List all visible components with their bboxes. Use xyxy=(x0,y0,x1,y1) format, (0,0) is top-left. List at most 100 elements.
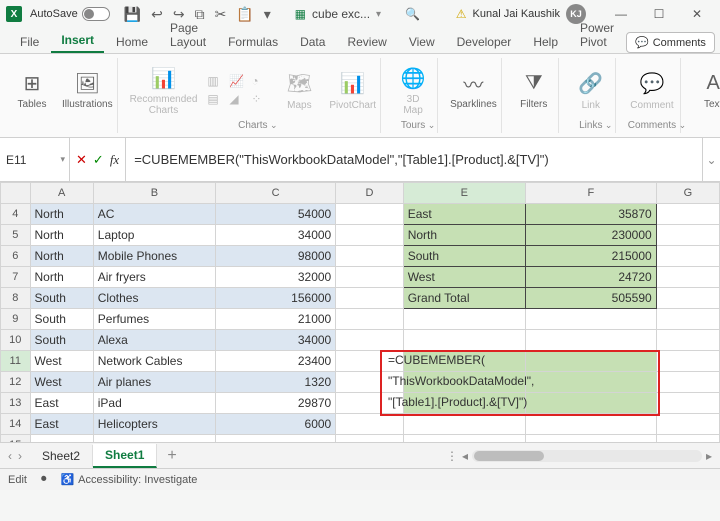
cell[interactable] xyxy=(403,435,525,443)
paste-icon[interactable]: 📋 xyxy=(236,6,253,23)
sheet-nav-arrows[interactable]: ‹› xyxy=(0,449,30,463)
row-header[interactable]: 15 xyxy=(1,435,31,443)
cell[interactable] xyxy=(403,309,525,330)
cell[interactable] xyxy=(336,435,403,443)
tab-home[interactable]: Home xyxy=(106,31,158,53)
cell[interactable] xyxy=(656,435,719,443)
formula-bar-expand-icon[interactable]: ⌄ xyxy=(702,138,720,181)
cell[interactable] xyxy=(216,435,336,443)
cell[interactable]: South xyxy=(30,330,93,351)
name-box[interactable]: E11 xyxy=(0,138,70,181)
close-button[interactable]: ✕ xyxy=(680,3,714,25)
cell[interactable] xyxy=(336,414,403,435)
cell[interactable] xyxy=(30,435,93,443)
cell[interactable] xyxy=(525,435,656,443)
cell[interactable] xyxy=(656,225,719,246)
cell[interactable]: AC xyxy=(93,204,215,225)
cell[interactable]: 6000 xyxy=(216,414,336,435)
cell[interactable]: 98000 xyxy=(216,246,336,267)
cell[interactable]: Helicopters xyxy=(93,414,215,435)
save-icon[interactable]: 💾 xyxy=(124,6,141,23)
accessibility-status[interactable]: ♿ Accessibility: Investigate xyxy=(60,473,197,486)
text-button[interactable]: AText xyxy=(693,69,720,110)
col-header-E[interactable]: E xyxy=(403,183,525,204)
cell[interactable] xyxy=(403,414,525,435)
cell[interactable]: East xyxy=(30,393,93,414)
cell[interactable]: North xyxy=(30,204,93,225)
tab-file[interactable]: File xyxy=(10,31,49,53)
cut-icon[interactable]: ✂ xyxy=(215,6,227,23)
tab-view[interactable]: View xyxy=(399,31,445,53)
cell[interactable] xyxy=(336,288,403,309)
cell[interactable]: North xyxy=(30,267,93,288)
row-header[interactable]: 5 xyxy=(1,225,31,246)
tab-review[interactable]: Review xyxy=(337,31,396,53)
row-header[interactable]: 7 xyxy=(1,267,31,288)
cell[interactable] xyxy=(336,267,403,288)
cell[interactable]: iPad xyxy=(93,393,215,414)
new-sheet-button[interactable]: + xyxy=(157,447,186,465)
cell[interactable] xyxy=(656,414,719,435)
cell[interactable] xyxy=(656,351,719,372)
cell[interactable] xyxy=(525,330,656,351)
cell[interactable]: North xyxy=(30,246,93,267)
cell[interactable] xyxy=(656,309,719,330)
cell[interactable]: Air planes xyxy=(93,372,215,393)
scroll-divider-icon[interactable]: ⋮ xyxy=(446,449,458,463)
cell[interactable]: East xyxy=(30,414,93,435)
cell[interactable]: 505590 xyxy=(525,288,656,309)
sparklines-button[interactable]: 〰Sparklines xyxy=(450,69,497,110)
scroll-right-icon[interactable]: ▸ xyxy=(706,449,712,463)
col-header-B[interactable]: B xyxy=(93,183,215,204)
cell[interactable]: South xyxy=(30,288,93,309)
cell[interactable]: 230000 xyxy=(525,225,656,246)
sheet-next-icon[interactable]: › xyxy=(18,449,22,463)
cell[interactable] xyxy=(525,309,656,330)
cell[interactable]: North xyxy=(30,225,93,246)
cancel-formula-icon[interactable]: ✕ xyxy=(76,152,87,168)
cell[interactable]: South xyxy=(403,246,525,267)
cell[interactable]: Air fryers xyxy=(93,267,215,288)
chevron-down-icon[interactable]: ▾ xyxy=(376,9,381,20)
cell[interactable] xyxy=(656,330,719,351)
cell[interactable]: West xyxy=(30,351,93,372)
row-header[interactable]: 14 xyxy=(1,414,31,435)
row-header[interactable]: 6 xyxy=(1,246,31,267)
formula-input[interactable]: =CUBEMEMBER("ThisWorkbookDataModel","[Ta… xyxy=(126,138,702,181)
row-header[interactable]: 8 xyxy=(1,288,31,309)
cell[interactable] xyxy=(656,246,719,267)
select-all-corner[interactable] xyxy=(1,183,31,204)
cell[interactable]: 24720 xyxy=(525,267,656,288)
tab-developer[interactable]: Developer xyxy=(447,31,522,53)
row-header[interactable]: 13 xyxy=(1,393,31,414)
cell[interactable]: East xyxy=(403,204,525,225)
col-header-C[interactable]: C xyxy=(216,183,336,204)
horizontal-scrollbar[interactable] xyxy=(472,450,702,462)
cell[interactable]: Alexa xyxy=(93,330,215,351)
cell[interactable]: 1320 xyxy=(216,372,336,393)
tab-data[interactable]: Data xyxy=(290,31,335,53)
cell[interactable] xyxy=(403,330,525,351)
cell[interactable]: Network Cables xyxy=(93,351,215,372)
cell[interactable]: 29870 xyxy=(216,393,336,414)
row-header[interactable]: 12 xyxy=(1,372,31,393)
cell[interactable]: 21000 xyxy=(216,309,336,330)
cell[interactable]: Mobile Phones xyxy=(93,246,215,267)
cell[interactable] xyxy=(525,414,656,435)
row-header[interactable]: 11 xyxy=(1,351,31,372)
sheet-tab-sheet2[interactable]: Sheet2 xyxy=(30,445,93,467)
cell[interactable]: West xyxy=(403,267,525,288)
cell[interactable]: Clothes xyxy=(93,288,215,309)
tab-page-layout[interactable]: Page Layout xyxy=(160,17,216,53)
scrollbar-thumb[interactable] xyxy=(474,451,544,461)
cell[interactable]: Grand Total xyxy=(403,288,525,309)
autosave-toggle[interactable]: AutoSave xyxy=(30,7,110,21)
col-header-F[interactable]: F xyxy=(525,183,656,204)
cell[interactable]: 156000 xyxy=(216,288,336,309)
cell[interactable]: 32000 xyxy=(216,267,336,288)
cell[interactable]: 34000 xyxy=(216,225,336,246)
cell[interactable] xyxy=(656,288,719,309)
tab-power-pivot[interactable]: Power Pivot xyxy=(570,17,624,53)
tables-button[interactable]: ⊞Tables xyxy=(12,69,52,110)
macro-recorder-icon[interactable]: ⏺ xyxy=(41,473,47,486)
